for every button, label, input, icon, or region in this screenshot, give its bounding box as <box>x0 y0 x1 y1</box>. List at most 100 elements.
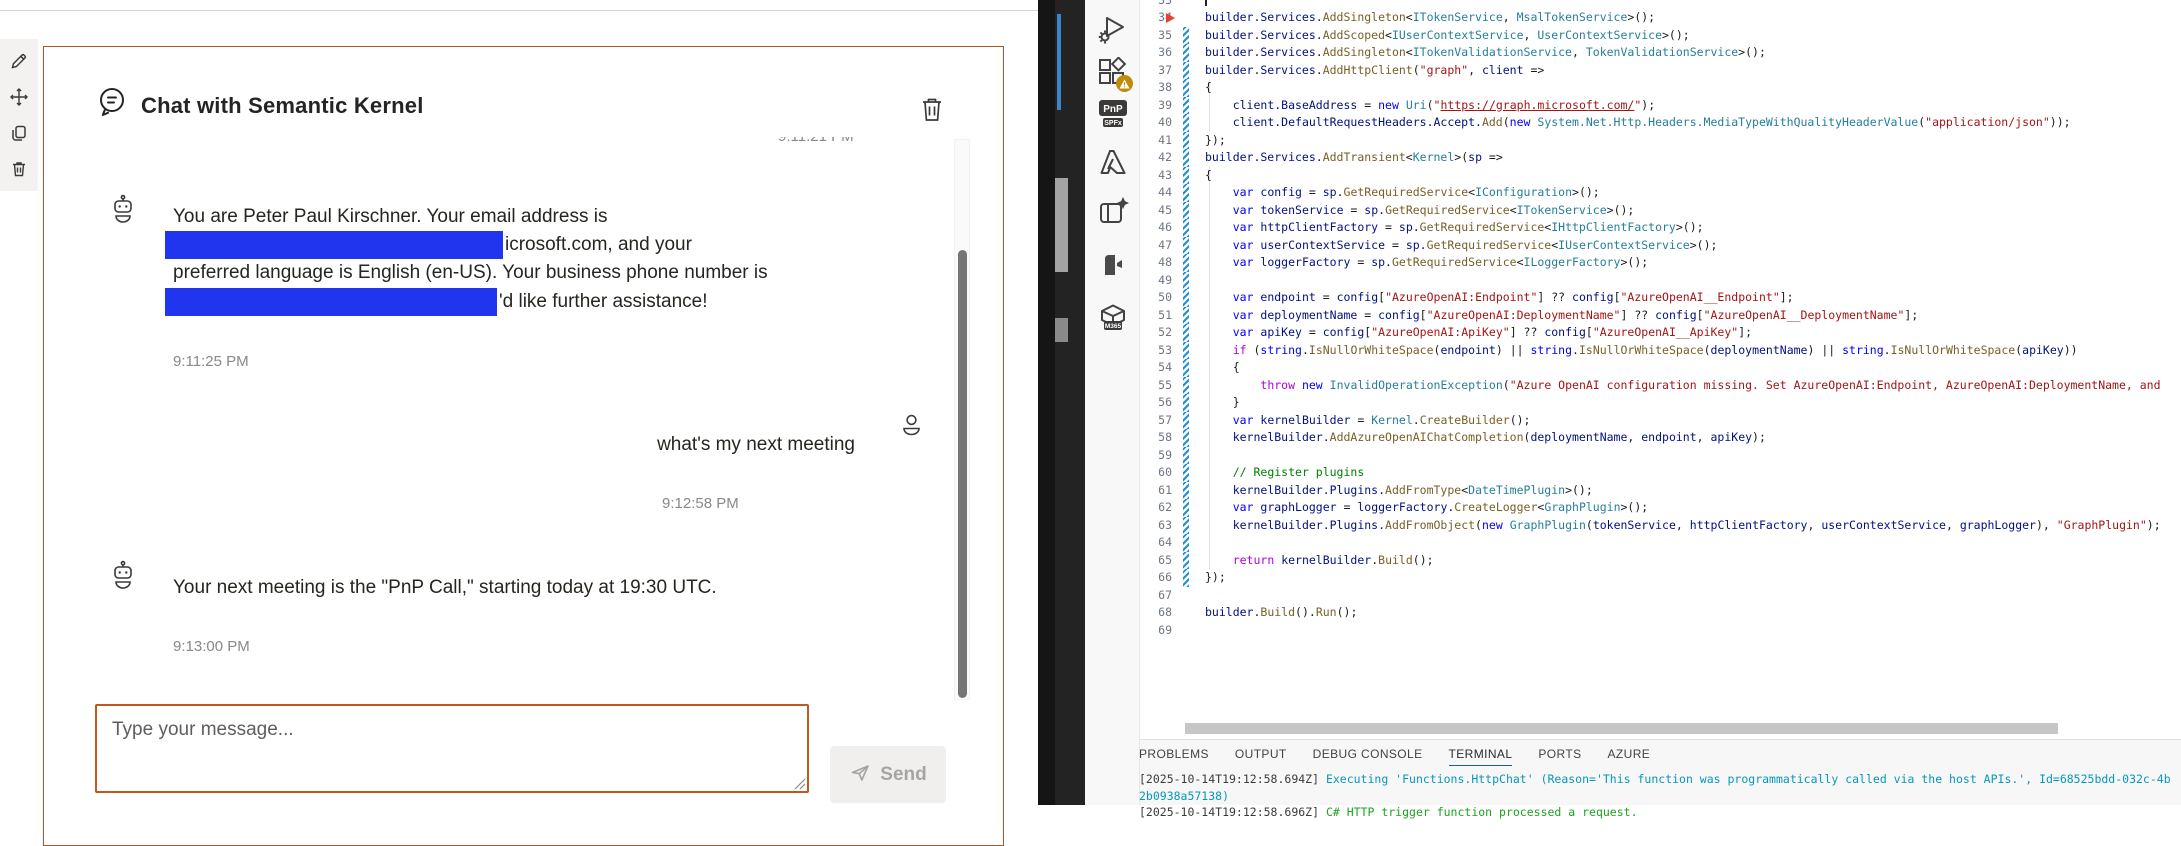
debug-step-arrow-icon <box>1166 13 1175 23</box>
code-text <box>1205 0 1207 9</box>
code-line-64: 64 <box>1140 534 2181 552</box>
panel-tab-output[interactable]: OUTPUT <box>1235 747 1287 766</box>
line-number: 63 <box>1158 517 1172 532</box>
line-number: 59 <box>1158 447 1172 462</box>
line-number: 68 <box>1158 605 1172 619</box>
svg-text:M365: M365 <box>1105 323 1122 330</box>
line-number: 46 <box>1158 220 1172 234</box>
code-text: var tokenService = sp.GetRequiredService… <box>1232 202 1635 217</box>
code-text: var apiKey = config["AzureOpenAI:ApiKey"… <box>1232 325 1753 339</box>
line-number: 33 <box>1140 0 1172 9</box>
code-editor[interactable]: 3334builder.Services.AddSingleton<IToken… <box>1140 0 2181 739</box>
redaction-bar <box>165 231 503 260</box>
line-number: 66 <box>1158 570 1172 584</box>
panel-tab-debug-console[interactable]: DEBUG CONSOLE <box>1313 747 1423 766</box>
agents-toolkit-icon[interactable] <box>1097 196 1130 229</box>
line-number: 38 <box>1158 80 1172 94</box>
annotation-toolbar <box>0 39 38 191</box>
code-line-57: 57 var kernelBuilder = Kernel.CreateBuil… <box>1140 411 2181 429</box>
code-line-45: 45 var tokenService = sp.GetRequiredServ… <box>1140 201 2181 219</box>
gutter-modified-indicator <box>1183 394 1189 412</box>
panel-tab-azure[interactable]: AZURE <box>1608 747 1651 766</box>
code-line-67: 67 <box>1140 587 2181 605</box>
line-number: 37 <box>1158 62 1172 77</box>
line-number: 48 <box>1158 255 1172 269</box>
code-text: }); <box>1205 132 1226 147</box>
gutter-modified-indicator <box>1183 219 1189 237</box>
message-line: You are Peter Paul Kirschner. Your email… <box>173 206 608 227</box>
custom-extension-icon[interactable] <box>1097 249 1129 281</box>
extensions-warning-badge <box>1116 75 1133 92</box>
code-line-65: 65 return kernelBuilder.Build(); <box>1140 551 2181 569</box>
user-avatar-icon <box>898 413 925 441</box>
delete-trash-icon[interactable] <box>9 159 29 179</box>
code-text: var config = sp.GetRequiredService<IConf… <box>1232 185 1600 199</box>
panel-tab-terminal[interactable]: TERMINAL <box>1448 747 1513 766</box>
panel-tab-bar: PROBLEMS OUTPUT DEBUG CONSOLE TERMINAL PORTS… <box>1139 747 1650 766</box>
gutter-modified-indicator <box>1183 446 1189 464</box>
line-number: 62 <box>1158 500 1172 514</box>
line-number: 67 <box>1158 587 1172 602</box>
terminal-output[interactable]: [2025-10-14T19:12:58.694Z] Executing 'Fu… <box>1139 771 2181 821</box>
code-line-56: 56 } <box>1140 394 2181 412</box>
send-button[interactable]: Send <box>830 746 946 803</box>
editor-cursor <box>1205 0 1207 6</box>
code-text: builder.Build().Run(); <box>1205 605 1358 619</box>
chat-scrollbar-thumb[interactable] <box>958 250 967 698</box>
code-text: client.DefaultRequestHeaders.Accept.Add(… <box>1232 115 2071 129</box>
code-line-49: 49 <box>1140 271 2181 289</box>
code-line-33: 33 <box>1140 0 2181 9</box>
line-number: 40 <box>1158 115 1172 129</box>
message-input[interactable] <box>95 704 809 793</box>
editor-horizontal-scrollbar[interactable] <box>1185 723 2058 734</box>
line-number: 58 <box>1158 430 1172 444</box>
code-line-60: 60 // Register plugins <box>1140 464 2181 482</box>
extensions-icon[interactable] <box>1097 56 1133 92</box>
clear-chat-trash-icon[interactable] <box>918 94 948 124</box>
chat-title: Chat with Semantic Kernel <box>141 93 424 118</box>
code-text: var graphLogger = loggerFactory.CreateLo… <box>1232 500 1649 514</box>
m365-icon[interactable]: M365 <box>1097 300 1129 332</box>
gutter-modified-indicator <box>1183 201 1189 219</box>
textarea-resize-handle[interactable] <box>791 775 807 791</box>
line-number: 55 <box>1158 377 1172 392</box>
gutter-modified-indicator <box>1183 429 1189 447</box>
code-text: var loggerFactory = sp.GetRequiredServic… <box>1232 255 1649 269</box>
move-arrows-icon[interactable] <box>9 87 29 107</box>
code-line-48: 48 var loggerFactory = sp.GetRequiredSer… <box>1140 254 2181 272</box>
code-text: builder.Services.AddScoped<IUserContextS… <box>1205 27 1690 42</box>
gutter-modified-indicator <box>1183 534 1189 552</box>
window-gap-strip-dark <box>1038 0 1055 805</box>
panel-tab-problems[interactable]: PROBLEMS <box>1139 747 1209 766</box>
azure-icon[interactable] <box>1097 147 1129 179</box>
code-line-38: 38 { <box>1140 79 2181 97</box>
code-line-61: 61 kernelBuilder.Plugins.AddFromType<Dat… <box>1140 481 2181 499</box>
panel-tab-ports[interactable]: PORTS <box>1538 747 1581 766</box>
bot-avatar-icon <box>108 194 138 226</box>
code-text: builder.Services.AddSingleton<ITokenVali… <box>1205 45 1766 59</box>
copy-icon[interactable] <box>9 123 29 143</box>
bot-message-2: Your next meeting is the "PnP Call," sta… <box>173 577 717 598</box>
code-text: var endpoint = config["AzureOpenAI:Endpo… <box>1232 290 1794 304</box>
code-line-55: 55 throw new InvalidOperationException("… <box>1140 376 2181 394</box>
code-line-50: 50 var endpoint = config["AzureOpenAI:En… <box>1140 289 2181 307</box>
code-text: kernelBuilder.Plugins.AddFromObject(new … <box>1232 517 2161 532</box>
gutter-modified-indicator <box>1183 149 1189 167</box>
code-text: client.BaseAddress = new Uri("https://gr… <box>1232 97 1656 112</box>
pnp-spfx-icon[interactable]: PnP SPFx <box>1097 97 1129 129</box>
gutter-modified-indicator <box>1183 114 1189 132</box>
code-text: // Register plugins <box>1232 465 1365 479</box>
bot-avatar-icon <box>108 560 138 592</box>
line-number: 42 <box>1158 150 1172 164</box>
run-and-debug-icon[interactable] <box>1097 13 1129 45</box>
line-number: 54 <box>1158 360 1172 374</box>
edit-pencil-icon[interactable] <box>9 51 29 71</box>
code-line-51: 51 var deploymentName = config["AzureOpe… <box>1140 306 2181 324</box>
code-text: var kernelBuilder = Kernel.CreateBuilder… <box>1232 412 1531 427</box>
message-list[interactable]: 9:11:21 PM You are Peter Paul Kirschner.… <box>60 137 960 700</box>
gutter-modified-indicator <box>1183 61 1189 79</box>
code-text: return kernelBuilder.Build(); <box>1232 552 1434 567</box>
gutter-modified-indicator <box>1183 341 1189 359</box>
code-text: } <box>1205 395 1240 409</box>
code-line-36: 36 builder.Services.AddSingleton<ITokenVa… <box>1140 44 2181 62</box>
